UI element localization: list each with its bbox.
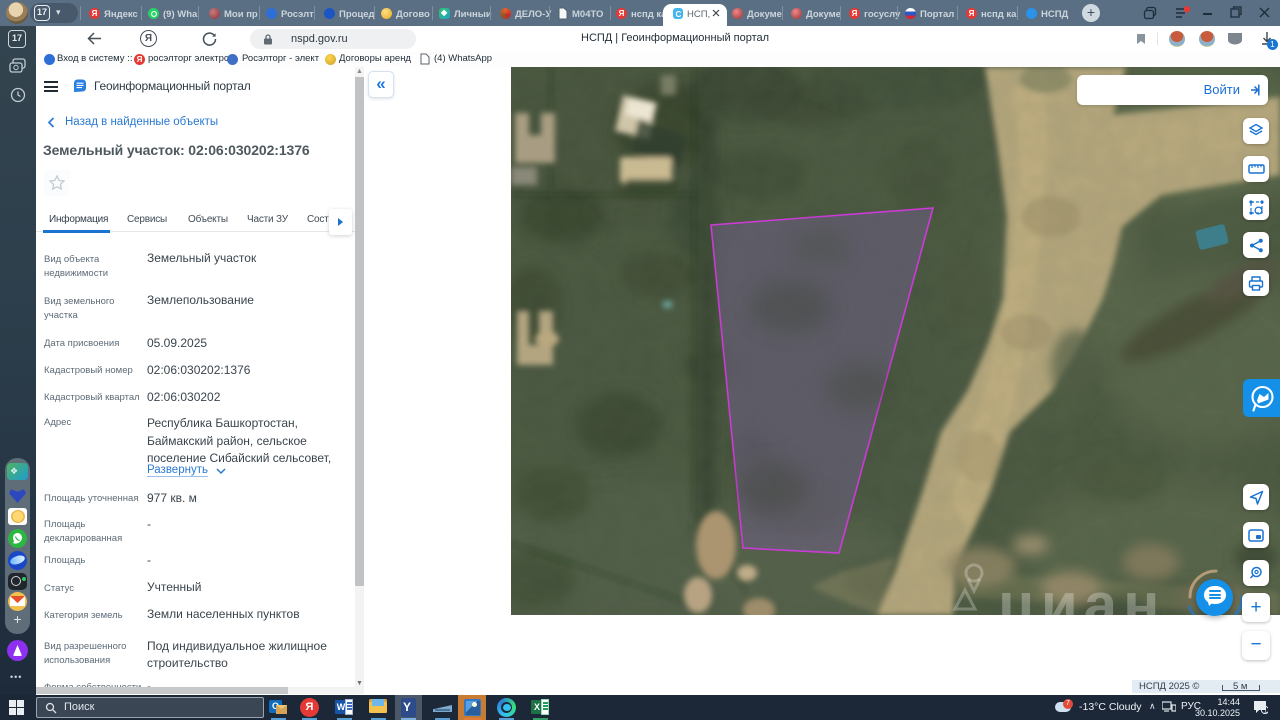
svg-text:1: 1	[1264, 708, 1268, 714]
svg-text:циан: циан	[998, 571, 1165, 615]
